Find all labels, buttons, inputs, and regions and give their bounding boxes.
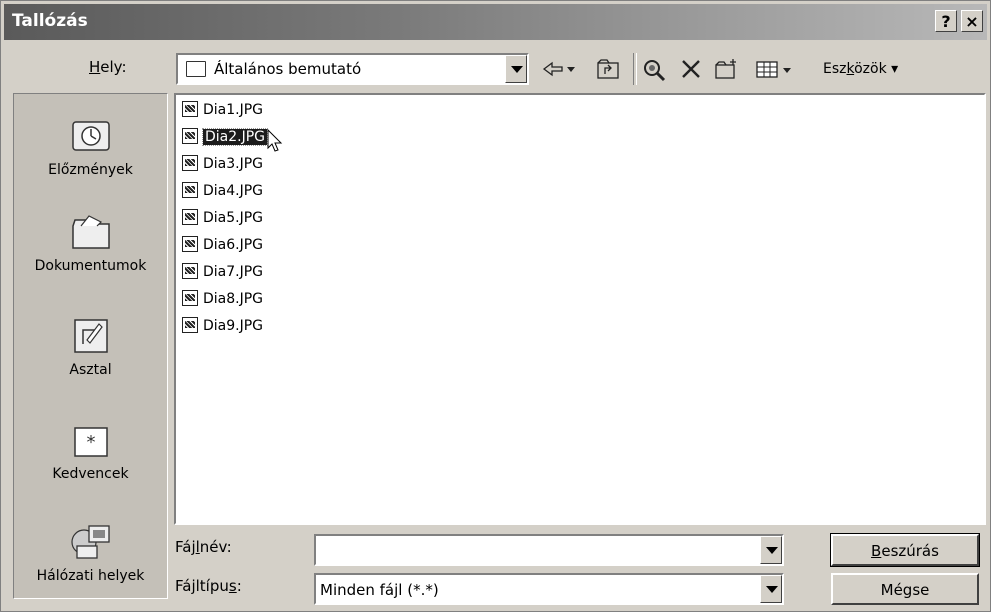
tools-menu[interactable]: Eszközök ▾: [823, 61, 898, 77]
new-folder-button[interactable]: [713, 57, 739, 81]
new-folder-icon: [715, 59, 736, 79]
image-file-icon: [182, 128, 198, 144]
place-label: Hálózati helyek: [36, 568, 145, 584]
back-arrow-icon: [542, 61, 575, 77]
history-icon: [69, 116, 113, 156]
image-file-icon: [182, 155, 198, 171]
place-label: Asztal: [69, 362, 112, 378]
desktop-icon: [69, 316, 113, 356]
search-web-button[interactable]: [641, 57, 667, 82]
delete-button[interactable]: [679, 57, 703, 81]
lookin-label: Hely:: [89, 58, 127, 76]
browse-dialog: Tallózás ? × Hely: Általános bemutató Es…: [0, 0, 991, 612]
filetype-label: Fájltípus:: [175, 577, 242, 595]
file-item[interactable]: Dia1.JPG: [182, 99, 263, 121]
file-list[interactable]: Dia1.JPG Dia2.JPG Dia3.JPG Dia4.JPG Dia5…: [174, 93, 986, 525]
views-icon: [756, 61, 791, 78]
place-favorites[interactable]: * Kedvencek: [14, 420, 167, 482]
svg-text:*: *: [86, 432, 95, 453]
image-file-icon: [182, 263, 198, 279]
lookin-dropdown[interactable]: Általános bemutató: [176, 53, 529, 85]
back-button[interactable]: [541, 57, 577, 81]
filename-dropdown-arrow[interactable]: [760, 536, 782, 564]
place-documents[interactable]: Dokumentumok: [14, 212, 167, 274]
insert-button[interactable]: Beszúrás: [830, 533, 980, 567]
image-file-icon: [182, 290, 198, 306]
filename-label: Fájlnév:: [175, 538, 232, 556]
title-bar[interactable]: Tallózás ? ×: [4, 4, 987, 40]
mouse-pointer-icon: [267, 129, 283, 152]
file-item[interactable]: Dia6.JPG: [182, 234, 263, 256]
delete-x-icon: [682, 60, 700, 78]
cancel-button[interactable]: Mégse: [831, 573, 979, 605]
place-history[interactable]: Előzmények: [14, 116, 167, 178]
place-label: Előzmények: [48, 162, 133, 178]
lookin-dropdown-arrow[interactable]: [505, 55, 527, 83]
place-network[interactable]: Hálózati helyek: [14, 522, 167, 584]
filetype-dropdown-arrow[interactable]: [760, 575, 782, 603]
file-item[interactable]: Dia3.JPG: [182, 153, 263, 175]
file-item[interactable]: Dia4.JPG: [182, 180, 263, 202]
image-file-icon: [182, 236, 198, 252]
close-button[interactable]: ×: [961, 10, 983, 32]
file-item[interactable]: Dia7.JPG: [182, 261, 263, 283]
lookin-value: Általános bemutató: [214, 60, 362, 78]
favorites-icon: *: [69, 420, 113, 460]
views-button[interactable]: [755, 57, 795, 81]
folder-icon: [186, 61, 206, 77]
place-desktop[interactable]: Asztal: [14, 316, 167, 378]
help-button[interactable]: ?: [935, 10, 957, 32]
filetype-select[interactable]: Minden fájl (*.*): [314, 573, 784, 605]
search-web-icon: [644, 60, 666, 82]
place-label: Kedvencek: [52, 466, 129, 482]
documents-folder-icon: [69, 212, 113, 252]
filetype-value: Minden fájl (*.*): [320, 581, 439, 599]
file-item-selected[interactable]: Dia2.JPG: [182, 126, 269, 148]
network-places-icon: [69, 522, 113, 562]
file-item[interactable]: Dia9.JPG: [182, 315, 263, 337]
up-folder-icon: [597, 59, 619, 79]
image-file-icon: [182, 182, 198, 198]
place-label: Dokumentumok: [34, 258, 147, 274]
dialog-title: Tallózás: [12, 11, 88, 31]
image-file-icon: [182, 209, 198, 225]
places-bar: Előzmények Dokumentumok Asztal * Kedvenc…: [13, 93, 168, 599]
filename-input[interactable]: [314, 534, 784, 566]
toolbar-separator: [633, 53, 637, 85]
file-item[interactable]: Dia8.JPG: [182, 288, 263, 310]
image-file-icon: [182, 101, 198, 117]
file-item[interactable]: Dia5.JPG: [182, 207, 263, 229]
image-file-icon: [182, 317, 198, 333]
up-folder-button[interactable]: [595, 57, 621, 81]
